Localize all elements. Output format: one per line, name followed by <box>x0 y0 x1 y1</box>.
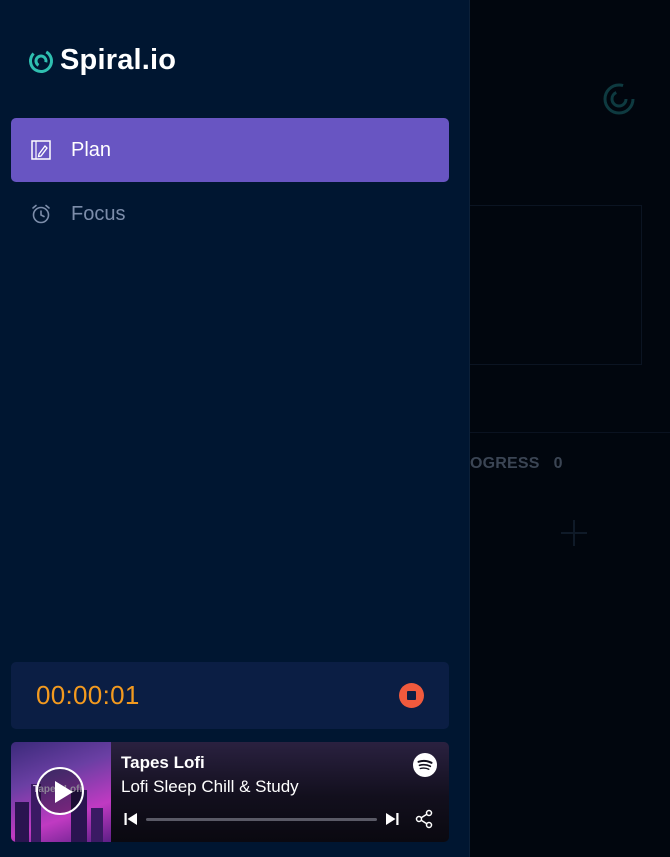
in-progress-count: 0 <box>553 455 563 472</box>
spiral-logo-icon <box>29 48 53 73</box>
sidebar-item-label: Focus <box>71 202 126 225</box>
stop-icon <box>407 691 416 700</box>
playback-progress-bar[interactable] <box>146 818 377 821</box>
alarm-clock-icon <box>30 203 52 225</box>
artist-name: Tapes Lofi <box>121 753 205 772</box>
divider <box>470 432 670 433</box>
play-button[interactable] <box>36 767 84 815</box>
play-icon <box>55 781 73 803</box>
in-progress-heading: OGRESS 0 <box>470 455 563 473</box>
stop-timer-button[interactable] <box>399 683 424 708</box>
album-cover: Tapes Lofi <box>11 742 111 842</box>
sidebar-item-label: Plan <box>71 138 112 161</box>
spotify-player: Tapes Lofi Tapes Lofi Lofi Sleep Chill &… <box>11 742 449 842</box>
brand-name: Spiral.io <box>60 44 177 76</box>
spotify-icon[interactable] <box>413 753 437 777</box>
main-content-card <box>470 205 642 365</box>
add-task-icon <box>561 520 587 546</box>
sidebar-item-plan[interactable]: Plan <box>11 118 449 182</box>
spiral-logo-icon <box>603 83 635 115</box>
previous-icon[interactable] <box>124 812 138 826</box>
sidebar-item-focus[interactable]: Focus <box>11 182 449 246</box>
focus-timer: 00:00:01 <box>11 662 449 729</box>
main-content-overlay <box>470 0 670 857</box>
plan-icon <box>30 139 52 161</box>
sidebar: Spiral.io Plan Focus 00:00:01 Tapes Lofi… <box>0 0 470 857</box>
share-icon[interactable] <box>414 809 434 829</box>
timer-display: 00:00:01 <box>36 680 140 710</box>
next-icon[interactable] <box>385 812 399 826</box>
brand: Spiral.io <box>28 44 176 77</box>
in-progress-label: OGRESS <box>470 455 540 472</box>
track-title: Lofi Sleep Chill & Study <box>121 777 299 796</box>
